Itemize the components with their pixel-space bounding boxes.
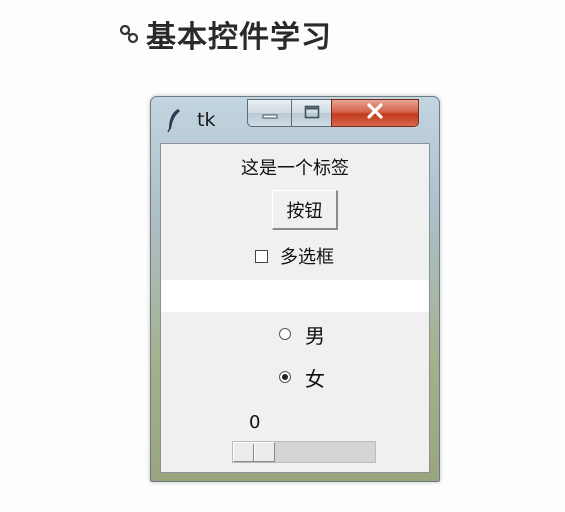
minimize-button[interactable] xyxy=(247,99,291,127)
close-icon xyxy=(366,103,384,123)
maximize-icon xyxy=(304,104,320,123)
close-button[interactable] xyxy=(331,99,419,127)
slide-title-text: 基本控件学习 xyxy=(146,20,332,55)
title-bar[interactable]: tk xyxy=(151,97,439,141)
checkbox-row[interactable]: 多选框 xyxy=(255,244,334,268)
caption-buttons xyxy=(247,99,419,127)
radio-male[interactable]: 男 xyxy=(279,321,325,348)
window-client-area: 这是一个标签 按钮 多选框 男 女 0 xyxy=(160,143,430,473)
scale-value: 0 xyxy=(249,412,261,433)
minimize-icon xyxy=(262,104,278,123)
scale-slider-handle[interactable] xyxy=(233,442,275,462)
tk-window: tk 这是一个标签 按钮 多选框 男 女 0 xyxy=(150,96,440,482)
feather-icon xyxy=(165,107,183,133)
window-title: tk xyxy=(197,109,216,131)
link-icon xyxy=(118,23,140,45)
radio-female[interactable]: 女 xyxy=(279,364,325,391)
slide-title: 基本控件学习 xyxy=(118,14,332,55)
checkbox-label: 多选框 xyxy=(280,247,334,268)
checkbox[interactable] xyxy=(255,249,268,263)
scale-trough[interactable] xyxy=(232,441,376,463)
radio-button[interactable] xyxy=(279,328,291,340)
radio-button-selected[interactable] xyxy=(279,371,291,383)
push-button[interactable]: 按钮 xyxy=(272,190,338,230)
entry-field[interactable] xyxy=(161,280,429,312)
label-widget: 这是一个标签 xyxy=(241,158,349,179)
radio-label: 女 xyxy=(305,366,325,391)
maximize-button[interactable] xyxy=(291,99,331,127)
radio-label: 男 xyxy=(305,323,325,348)
